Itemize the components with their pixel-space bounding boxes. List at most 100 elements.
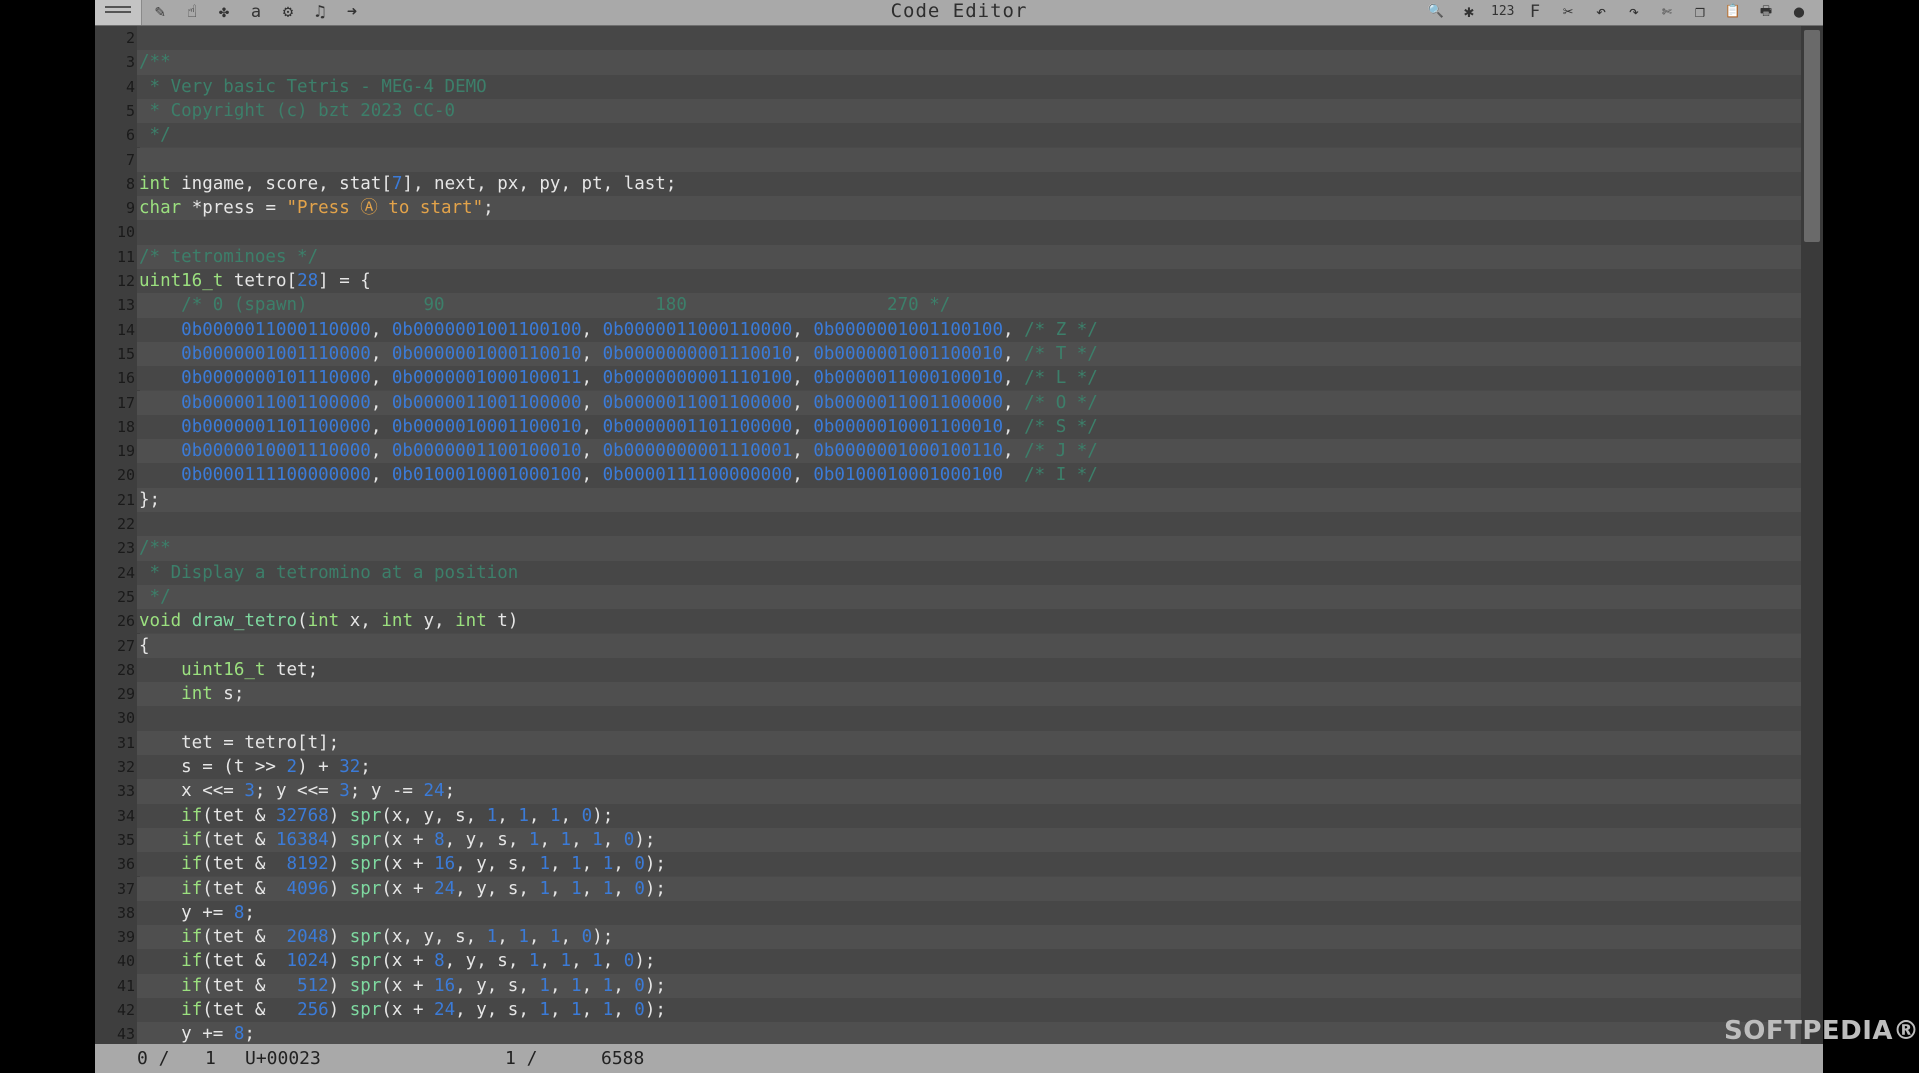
line-code: 0b0000000101110000, 0b0000001000100011, … <box>181 368 1098 389</box>
code-line[interactable]: 13 /* 0 (spawn) 90 180 270 */ <box>95 293 1801 318</box>
line-code: tet = tetro[t]; <box>139 732 340 753</box>
code-line[interactable]: 25 */ <box>95 584 1801 610</box>
code-line[interactable]: 29 int s; <box>95 682 1801 707</box>
line-code: if(tet & 1024) spr(x + 8, y, s, 1, 1, 1,… <box>181 951 656 972</box>
code-line[interactable]: 2 <box>95 26 1801 51</box>
code-line[interactable]: 35 if(tet & 16384) spr(x + 8, y, s, 1, 1… <box>95 827 1801 853</box>
search-icon[interactable]: 🔍 <box>1425 2 1447 22</box>
line-number: 17 <box>95 390 137 415</box>
code-line[interactable]: 33 x <<= 3; y <<= 3; y -= 24; <box>95 779 1801 804</box>
code-line[interactable]: 18 0b0000001101100000, 0b000001000110001… <box>95 414 1801 440</box>
code-line[interactable]: 43 y += 8; <box>95 1022 1801 1044</box>
line-number: 18 <box>95 414 137 440</box>
redo-icon[interactable]: ↷ <box>1623 2 1645 22</box>
line-number: 38 <box>95 900 137 926</box>
line-code: * Very basic Tetris - MEG-4 DEMO <box>139 76 487 97</box>
line-code: if(tet & 4096) spr(x + 24, y, s, 1, 1, 1… <box>181 878 666 899</box>
code-line[interactable]: 17 0b0000011001100000, 0b000001100110000… <box>95 390 1801 415</box>
vertical-scrollbar[interactable] <box>1801 26 1823 1044</box>
code-line[interactable]: 21}; <box>95 487 1801 512</box>
code-line[interactable]: 3/** <box>95 50 1801 75</box>
line-number: 4 <box>95 74 137 99</box>
code-line[interactable]: 6 */ <box>95 123 1801 148</box>
line-number: 9 <box>95 196 137 221</box>
code-line[interactable]: 39 if(tet & 2048) spr(x, y, s, 1, 1, 1, … <box>95 925 1801 950</box>
undo-icon[interactable]: ↶ <box>1590 2 1612 22</box>
code-text-area[interactable]: 2 3/** 4 * Very basic Tetris - MEG-4 DEMO 5… <box>95 26 1801 1044</box>
line-number: 3 <box>95 50 137 75</box>
line-code: if(tet & 16384) spr(x + 8, y, s, 1, 1, 1… <box>181 829 656 850</box>
line-number: 27 <box>95 633 137 658</box>
code-line[interactable]: 41 if(tet & 512) spr(x + 16, y, s, 1, 1,… <box>95 973 1801 998</box>
code-line[interactable]: 30 <box>95 706 1801 731</box>
code-line[interactable]: 9 char *press = "Press Ⓐ to start"; <box>95 196 1801 221</box>
help-icon[interactable]: ● <box>1788 2 1810 22</box>
line-code: y += 8; <box>139 1024 255 1044</box>
line-number: 37 <box>95 876 137 901</box>
code-line[interactable]: 32 s = (t >> 2) + 32; <box>95 755 1801 780</box>
line-code: if(tet & 8192) spr(x + 16, y, s, 1, 1, 1… <box>181 854 666 875</box>
line-number: 8 <box>95 171 137 197</box>
code-line[interactable]: 10 <box>95 220 1801 245</box>
line-number: 14 <box>95 317 137 342</box>
code-line[interactable]: 19 0b0000010001110000, 0b000000110010001… <box>95 439 1801 464</box>
numbers-icon[interactable]: 123 <box>1491 2 1514 22</box>
line-code: if(tet & 256) spr(x + 24, y, s, 1, 1, 1,… <box>181 1000 666 1020</box>
code-line[interactable]: 40 if(tet & 1024) spr(x + 8, y, s, 1, 1,… <box>95 949 1801 974</box>
line-number: 21 <box>95 487 137 512</box>
code-line[interactable]: 8 int ingame, score, stat[7], next, px, p… <box>95 171 1801 197</box>
code-line[interactable]: 14 0b0000011000110000, 0b000000100110010… <box>95 317 1801 342</box>
code-line[interactable]: 15 0b0000001001110000, 0b000000100011001… <box>95 341 1801 367</box>
cut-icon[interactable]: ✄ <box>1656 2 1678 22</box>
line-code: 0b0000011001100000, 0b0000011001100000, … <box>181 392 1098 413</box>
code-line[interactable]: 7 <box>95 147 1801 172</box>
line-number: 25 <box>95 584 137 610</box>
line-code: int s; <box>181 684 245 705</box>
print-icon[interactable]: 🖶 <box>1755 2 1777 22</box>
code-line[interactable]: 16 0b0000000101110000, 0b000000100010001… <box>95 366 1801 391</box>
line-number: 23 <box>95 536 137 561</box>
line-number: 11 <box>95 244 137 269</box>
line-code: */ <box>139 586 171 607</box>
code-line[interactable]: 22 <box>95 512 1801 537</box>
code-line[interactable]: 42 if(tet & 256) spr(x + 24, y, s, 1, 1,… <box>95 998 1801 1023</box>
code-line[interactable]: 12 uint16_t tetro[28] = { <box>95 269 1801 294</box>
code-line[interactable]: 34 if(tet & 32768) spr(x, y, s, 1, 1, 1,… <box>95 803 1801 828</box>
letter-f-icon[interactable]: F <box>1524 2 1546 22</box>
line-code: uint16_t tetro[28] = { <box>139 271 371 291</box>
line-number: 33 <box>95 779 137 804</box>
line-number: 13 <box>95 293 137 318</box>
line-number: 12 <box>95 269 137 294</box>
line-number: 31 <box>95 730 137 755</box>
line-number: 42 <box>95 998 137 1023</box>
code-line[interactable]: 5 * Copyright (c) bzt 2023 CC-0 <box>95 98 1801 124</box>
line-number: 10 <box>95 220 137 245</box>
line-number: 22 <box>95 512 137 537</box>
line-number: 29 <box>95 682 137 707</box>
code-line[interactable]: 4 * Very basic Tetris - MEG-4 DEMO <box>95 74 1801 99</box>
code-line[interactable]: 36 if(tet & 8192) spr(x + 16, y, s, 1, 1… <box>95 852 1801 877</box>
bug-icon[interactable]: ✱ <box>1458 2 1480 22</box>
code-line[interactable]: 31 tet = tetro[t]; <box>95 730 1801 755</box>
code-line[interactable]: 23/** <box>95 536 1801 561</box>
code-line[interactable]: 11/* tetrominoes */ <box>95 244 1801 269</box>
line-code: /** <box>139 52 171 73</box>
code-line[interactable]: 26 void draw_tetro(int x, int y, int t) <box>95 609 1801 634</box>
code-line[interactable]: 27{ <box>95 633 1801 658</box>
code-line[interactable]: 37 if(tet & 4096) spr(x + 24, y, s, 1, 1… <box>95 876 1801 901</box>
line-code: char *press = "Press Ⓐ to start"; <box>139 198 494 219</box>
pin-icon[interactable]: ✂ <box>1557 2 1579 22</box>
code-line[interactable]: 28 uint16_t tet; <box>95 657 1801 683</box>
line-code: x <<= 3; y <<= 3; y -= 24; <box>139 781 456 802</box>
copy-icon[interactable]: ❐ <box>1689 2 1711 22</box>
line-code: if(tet & 32768) spr(x, y, s, 1, 1, 1, 0)… <box>181 805 614 826</box>
code-line[interactable]: 20 0b0000111100000000, 0b010001000100010… <box>95 463 1801 488</box>
paste-icon[interactable]: 📋 <box>1722 2 1744 22</box>
line-code: y += 8; <box>139 902 255 923</box>
code-line[interactable]: 38 y += 8; <box>95 900 1801 926</box>
code-line[interactable]: 24 * Display a tetromino at a position <box>95 560 1801 585</box>
line-number: 5 <box>95 98 137 124</box>
scrollbar-thumb[interactable] <box>1804 30 1820 242</box>
line-number: 43 <box>95 1022 137 1044</box>
line-number: 19 <box>95 439 137 464</box>
